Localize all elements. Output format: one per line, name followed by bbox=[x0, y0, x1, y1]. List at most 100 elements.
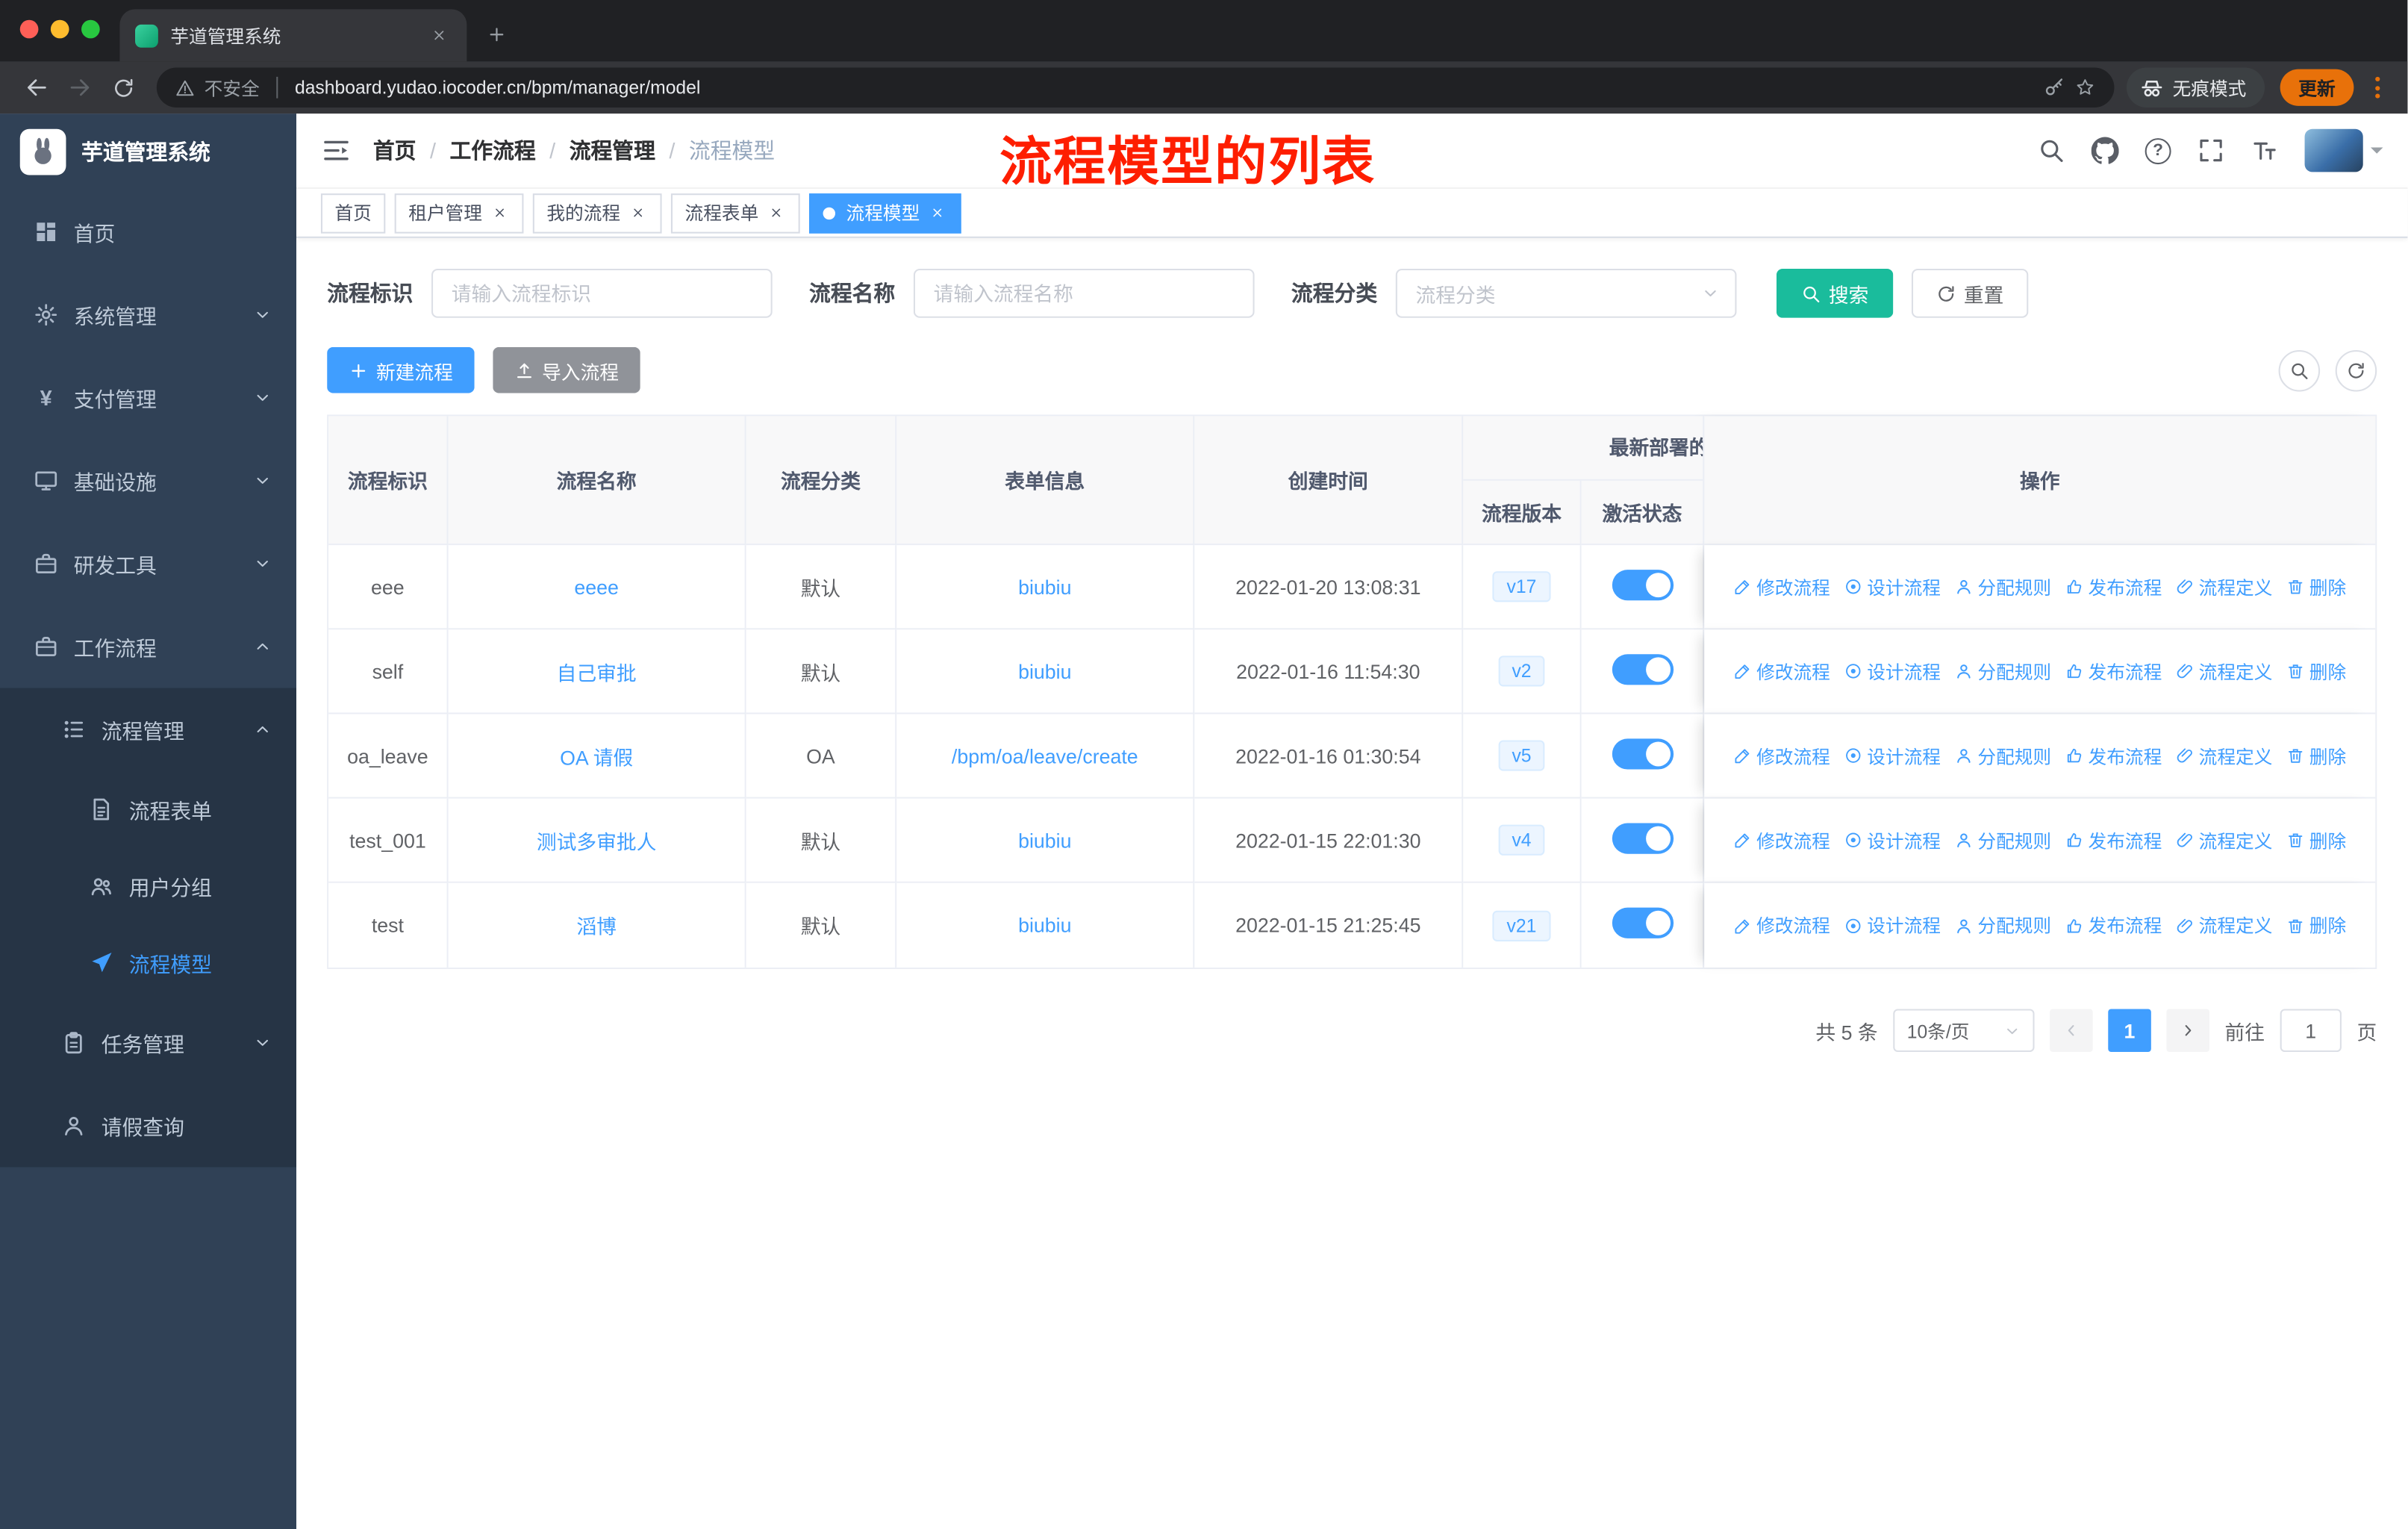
window-zoom-button[interactable] bbox=[81, 19, 100, 39]
sidebar-item-workflow[interactable]: 工作流程 bbox=[0, 605, 296, 688]
process-category-select[interactable]: 流程分类 bbox=[1395, 268, 1737, 318]
process-name-link[interactable]: 滔博 bbox=[576, 915, 617, 938]
sidebar-item-infrastructure[interactable]: 基础设施 bbox=[0, 439, 296, 522]
tag-home[interactable]: 首页 bbox=[320, 193, 386, 233]
action-process-definition[interactable]: 流程定义 bbox=[2176, 573, 2272, 600]
sidebar-item-process-management[interactable]: 流程管理 bbox=[0, 688, 296, 771]
action-modify-process[interactable]: 修改流程 bbox=[1733, 912, 1830, 938]
tag-process-form[interactable]: 流程表单 bbox=[671, 193, 800, 233]
create-process-button[interactable]: 新建流程 bbox=[327, 346, 475, 393]
action-design-process[interactable]: 设计流程 bbox=[1844, 573, 1941, 600]
sidebar-item-system[interactable]: 系统管理 bbox=[0, 273, 296, 356]
toggle-search-button[interactable] bbox=[2278, 349, 2321, 391]
address-bar[interactable]: 不安全 dashboard.yudao.iocoder.cn/bpm/manag… bbox=[156, 67, 2115, 108]
sidebar-item-task-management[interactable]: 任务管理 bbox=[0, 1001, 296, 1084]
browser-update-button[interactable]: 更新 bbox=[2280, 69, 2354, 106]
action-publish-process[interactable]: 发布流程 bbox=[2065, 573, 2162, 600]
action-process-definition[interactable]: 流程定义 bbox=[2176, 912, 2272, 938]
process-id-input[interactable] bbox=[431, 268, 773, 318]
form-info-link[interactable]: biubiu bbox=[1018, 575, 1071, 598]
action-publish-process[interactable]: 发布流程 bbox=[2065, 827, 2162, 853]
breadcrumb-workflow[interactable]: 工作流程 bbox=[449, 135, 535, 166]
action-process-definition[interactable]: 流程定义 bbox=[2176, 743, 2272, 769]
action-process-definition[interactable]: 流程定义 bbox=[2176, 827, 2272, 853]
action-delete[interactable]: 删除 bbox=[2286, 573, 2346, 600]
browser-tab[interactable]: 芋道管理系统 bbox=[119, 9, 467, 62]
forward-button[interactable] bbox=[58, 66, 102, 109]
next-page-button[interactable] bbox=[2166, 1009, 2209, 1053]
window-close-button[interactable] bbox=[19, 19, 39, 39]
sidebar-item-user-group[interactable]: 用户分组 bbox=[0, 847, 296, 924]
action-modify-process[interactable]: 修改流程 bbox=[1733, 827, 1830, 853]
sidebar-item-process-form[interactable]: 流程表单 bbox=[0, 771, 296, 848]
sidebar-item-payment[interactable]: ¥ 支付管理 bbox=[0, 356, 296, 439]
sidebar-item-leave-query[interactable]: 请假查询 bbox=[0, 1084, 296, 1167]
tag-close-icon[interactable] bbox=[628, 203, 648, 223]
action-assign-rule[interactable]: 分配规则 bbox=[1955, 827, 2051, 853]
active-status-toggle[interactable] bbox=[1611, 822, 1674, 853]
action-delete[interactable]: 删除 bbox=[2286, 827, 2346, 853]
action-assign-rule[interactable]: 分配规则 bbox=[1955, 912, 2051, 938]
form-info-link[interactable]: biubiu bbox=[1018, 659, 1071, 682]
action-assign-rule[interactable]: 分配规则 bbox=[1955, 743, 2051, 769]
breadcrumb-process-management[interactable]: 流程管理 bbox=[570, 135, 655, 166]
bookmark-star-icon[interactable] bbox=[2074, 77, 2096, 99]
tab-close-icon[interactable] bbox=[427, 23, 452, 48]
action-publish-process[interactable]: 发布流程 bbox=[2065, 743, 2162, 769]
tag-close-icon[interactable] bbox=[928, 203, 948, 223]
import-process-button[interactable]: 导入流程 bbox=[493, 346, 640, 393]
form-info-link[interactable]: /bpm/oa/leave/create bbox=[952, 744, 1138, 767]
new-tab-button[interactable] bbox=[473, 10, 520, 57]
process-name-input[interactable] bbox=[913, 268, 1255, 318]
page-size-select[interactable]: 10条/页 bbox=[1893, 1009, 2035, 1053]
tag-close-icon[interactable] bbox=[767, 203, 787, 223]
sidebar-collapse-icon[interactable] bbox=[321, 135, 352, 166]
action-assign-rule[interactable]: 分配规则 bbox=[1955, 573, 2051, 600]
action-modify-process[interactable]: 修改流程 bbox=[1733, 658, 1830, 684]
action-modify-process[interactable]: 修改流程 bbox=[1733, 573, 1830, 600]
active-status-toggle[interactable] bbox=[1611, 738, 1674, 769]
active-status-toggle[interactable] bbox=[1611, 653, 1674, 685]
form-info-link[interactable]: biubiu bbox=[1018, 829, 1071, 852]
process-name-link[interactable]: 自己审批 bbox=[557, 661, 637, 685]
active-status-toggle[interactable] bbox=[1611, 569, 1674, 600]
tag-tenant-management[interactable]: 租户管理 bbox=[394, 193, 524, 233]
action-delete[interactable]: 删除 bbox=[2286, 658, 2346, 684]
active-status-toggle[interactable] bbox=[1611, 907, 1674, 938]
action-assign-rule[interactable]: 分配规则 bbox=[1955, 658, 2051, 684]
prev-page-button[interactable] bbox=[2050, 1009, 2093, 1053]
action-design-process[interactable]: 设计流程 bbox=[1844, 743, 1941, 769]
user-menu[interactable] bbox=[2304, 128, 2383, 172]
form-info-link[interactable]: biubiu bbox=[1018, 914, 1071, 937]
action-modify-process[interactable]: 修改流程 bbox=[1733, 743, 1830, 769]
breadcrumb-home[interactable]: 首页 bbox=[373, 135, 417, 166]
window-minimize-button[interactable] bbox=[50, 19, 69, 39]
search-button[interactable]: 搜索 bbox=[1776, 268, 1894, 318]
help-icon[interactable] bbox=[2145, 137, 2171, 164]
password-key-icon[interactable] bbox=[2044, 77, 2065, 99]
sidebar-item-process-model[interactable]: 流程模型 bbox=[0, 924, 296, 1001]
action-publish-process[interactable]: 发布流程 bbox=[2065, 912, 2162, 938]
action-delete[interactable]: 删除 bbox=[2286, 743, 2346, 769]
action-delete[interactable]: 删除 bbox=[2286, 912, 2346, 938]
goto-page-input[interactable] bbox=[2280, 1009, 2342, 1053]
tag-my-process[interactable]: 我的流程 bbox=[532, 193, 662, 233]
process-name-link[interactable]: eeee bbox=[574, 575, 618, 598]
action-design-process[interactable]: 设计流程 bbox=[1844, 912, 1941, 938]
avatar[interactable] bbox=[2304, 128, 2363, 172]
sidebar-item-devtools[interactable]: 研发工具 bbox=[0, 522, 296, 605]
reset-button[interactable]: 重置 bbox=[1911, 268, 2029, 318]
action-publish-process[interactable]: 发布流程 bbox=[2065, 658, 2162, 684]
reload-button[interactable] bbox=[102, 66, 145, 109]
fullscreen-icon[interactable] bbox=[2198, 137, 2225, 164]
github-icon[interactable] bbox=[2092, 137, 2119, 164]
back-button[interactable] bbox=[16, 66, 59, 109]
font-size-icon[interactable] bbox=[2251, 137, 2279, 164]
action-design-process[interactable]: 设计流程 bbox=[1844, 658, 1941, 684]
action-process-definition[interactable]: 流程定义 bbox=[2176, 658, 2272, 684]
sidebar-item-home[interactable]: 首页 bbox=[0, 190, 296, 273]
process-name-link[interactable]: 测试多审批人 bbox=[537, 830, 656, 853]
refresh-table-button[interactable] bbox=[2335, 349, 2377, 391]
process-name-link[interactable]: OA 请假 bbox=[560, 746, 633, 769]
action-design-process[interactable]: 设计流程 bbox=[1844, 827, 1941, 853]
